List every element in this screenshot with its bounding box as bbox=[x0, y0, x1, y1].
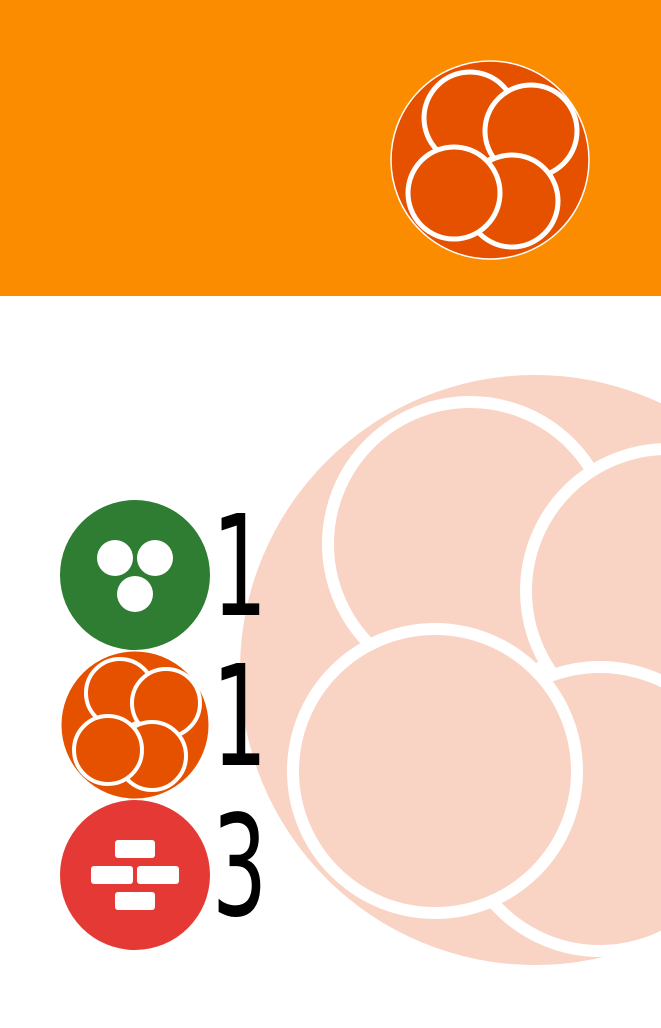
stat-row-red: 3 bbox=[60, 788, 320, 950]
brick-blocks-icon bbox=[60, 800, 210, 950]
cell-cluster-icon bbox=[60, 650, 210, 800]
stat-row-green: 1 bbox=[60, 488, 320, 650]
stat-count: 3 bbox=[212, 786, 267, 949]
stat-count: 1 bbox=[212, 636, 267, 799]
cell-cluster-icon bbox=[390, 60, 590, 260]
stat-row-orange: 1 bbox=[60, 638, 320, 800]
three-dots-cell-icon bbox=[60, 500, 210, 650]
stat-count: 1 bbox=[212, 486, 267, 649]
